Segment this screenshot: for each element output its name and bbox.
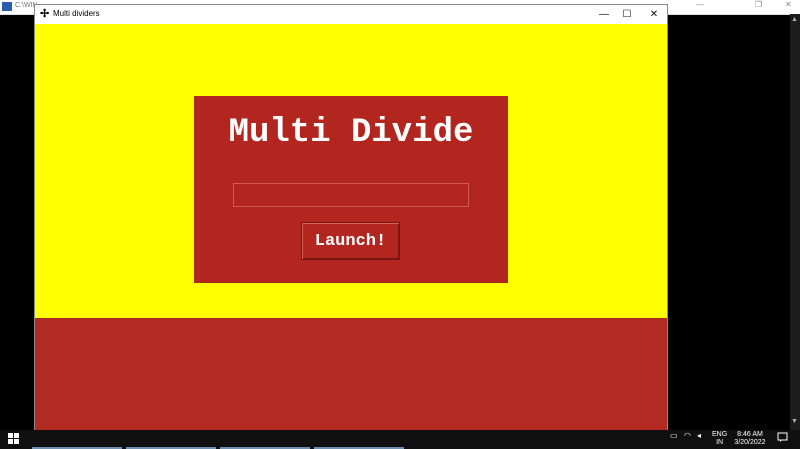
clock[interactable]: 8:46 AM 3/20/2022 — [730, 431, 770, 447]
console-restore-button[interactable]: ❐ — [755, 0, 762, 9]
maximize-button[interactable]: ☐ — [613, 5, 641, 24]
console-scrollbar[interactable]: ▲ ▼ — [790, 14, 800, 430]
console-minimize-button[interactable]: — — [696, 0, 704, 9]
clock-date: 3/20/2022 — [734, 439, 766, 446]
top-frame: Multi Divide Launch! — [35, 24, 667, 318]
app-icon: ✢ — [40, 8, 50, 20]
windows-logo-icon[interactable] — [8, 433, 19, 447]
clock-time: 8:46 AM — [737, 431, 763, 438]
launch-button[interactable]: Launch! — [301, 222, 400, 260]
scroll-up-icon[interactable]: ▲ — [791, 16, 798, 23]
app-heading: Multi Divide — [228, 114, 474, 152]
console-close-button[interactable]: ✕ — [785, 0, 792, 9]
language-region: IN — [716, 439, 724, 446]
taskbar: ▭ ◠ ◂ ENG IN 8:46 AM 3/20/2022 — [0, 430, 800, 449]
language-indicator[interactable]: ENG IN — [712, 431, 727, 447]
number-entry[interactable] — [233, 183, 469, 207]
scroll-down-icon[interactable]: ▼ — [791, 418, 798, 425]
language-code: ENG — [712, 431, 728, 438]
window-title: Multi dividers — [53, 9, 100, 18]
close-button[interactable]: ✕ — [640, 5, 668, 24]
battery-icon[interactable]: ▭ — [670, 432, 678, 440]
notification-icon[interactable] — [777, 432, 788, 445]
console-icon — [2, 2, 12, 11]
main-panel: Multi Divide Launch! — [194, 96, 508, 283]
window-titlebar[interactable]: ✢ Multi dividers — ☐ ✕ — [35, 5, 667, 24]
wifi-icon[interactable]: ◠ — [684, 432, 691, 440]
bottom-frame — [35, 318, 667, 445]
volume-icon[interactable]: ◂ — [697, 432, 701, 440]
app-window: ✢ Multi dividers — ☐ ✕ Multi Divide Laun… — [34, 4, 668, 446]
